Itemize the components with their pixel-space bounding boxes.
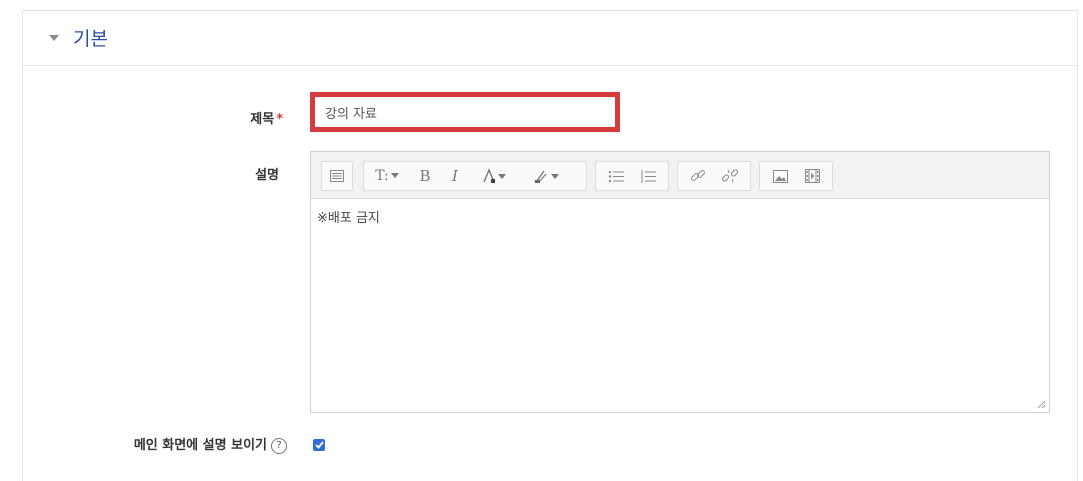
- editor-toolbar: T: B I: [311, 152, 1049, 199]
- form-panel: 기본 제목* 설명 T: B I: [22, 10, 1078, 481]
- link-icon[interactable]: [684, 162, 712, 190]
- title-input[interactable]: [315, 97, 615, 127]
- description-label: 설명: [255, 168, 279, 183]
- resize-grip-icon[interactable]: [1036, 399, 1046, 409]
- section-title[interactable]: 기본: [73, 24, 108, 51]
- toolbar-group-toggle: [321, 161, 353, 191]
- description-editor: T: B I ※배포 금지: [310, 151, 1050, 413]
- collapse-caret-icon[interactable]: [49, 35, 59, 41]
- checkmark-icon: [314, 441, 324, 449]
- background-color-icon[interactable]: [524, 162, 568, 190]
- toolbar-group-links: [677, 161, 751, 191]
- media-icon[interactable]: [798, 162, 826, 190]
- section-header[interactable]: 기본: [23, 11, 1077, 66]
- bold-icon[interactable]: B: [412, 162, 438, 190]
- font-color-icon[interactable]: [474, 162, 514, 190]
- help-icon[interactable]: ?: [271, 437, 287, 454]
- toolbar-group-format: T: B I: [363, 161, 587, 191]
- title-label-text: 제목: [250, 112, 275, 127]
- toggle-toolbar-icon[interactable]: [322, 162, 352, 190]
- show-on-main-checkbox[interactable]: [313, 439, 325, 451]
- unlink-icon[interactable]: [716, 162, 744, 190]
- title-input-highlight: [310, 92, 620, 132]
- image-icon[interactable]: [766, 162, 794, 190]
- italic-icon[interactable]: I: [442, 162, 468, 190]
- unordered-list-icon[interactable]: [602, 162, 630, 190]
- toolbar-group-media: [759, 161, 833, 191]
- paragraph-styles-icon[interactable]: T:: [368, 162, 406, 190]
- title-label: 제목 *: [213, 108, 283, 127]
- ordered-list-icon[interactable]: [634, 162, 662, 190]
- toolbar-group-lists: [595, 161, 669, 191]
- show-on-main-text: 메인 화면에 설명 보이기: [133, 438, 267, 453]
- styles-glyph: T:: [375, 168, 389, 184]
- editor-content[interactable]: ※배포 금지: [311, 199, 1049, 412]
- show-on-main-label: 메인 화면에 설명 보이기?: [111, 434, 287, 454]
- required-mark: *: [276, 112, 283, 127]
